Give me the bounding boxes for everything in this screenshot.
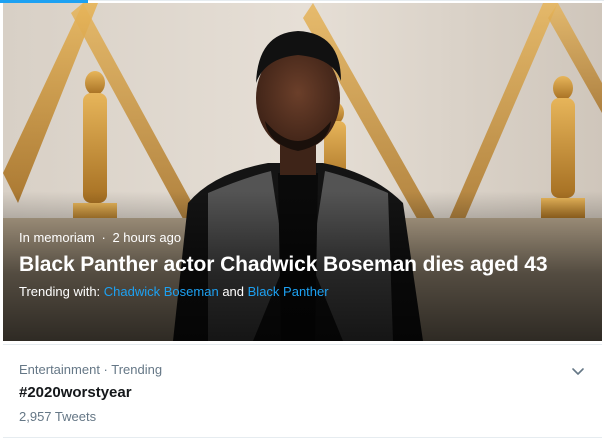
trending-and: and — [222, 284, 245, 299]
chevron-down-icon[interactable] — [568, 361, 588, 381]
hero-category: In memoriam — [19, 230, 95, 245]
hero-headline[interactable]: Black Panther actor Chadwick Boseman die… — [19, 251, 586, 278]
hero-text-block: In memoriam · 2 hours ago Black Panther … — [19, 229, 586, 301]
frame-top-border — [0, 0, 604, 1]
trend-title[interactable]: #2020worstyear — [19, 383, 132, 403]
trending-link-chadwick-boseman[interactable]: Chadwick Boseman — [104, 284, 219, 299]
hero-timestamp: 2 hours ago — [112, 230, 182, 245]
news-hero-card[interactable]: In memoriam · 2 hours ago Black Panther … — [3, 3, 602, 341]
hero-meta: In memoriam · 2 hours ago — [19, 229, 586, 247]
trend-meta: Entertainment · Trending — [19, 362, 163, 377]
trending-link-black-panther[interactable]: Black Panther — [248, 284, 329, 299]
divider — [3, 344, 602, 345]
meta-separator: · — [101, 230, 106, 245]
trend-item[interactable]: Entertainment · Trending #2020worstyear … — [3, 349, 602, 437]
trending-with-label: Trending with: — [19, 284, 101, 299]
trend-tweet-count: 2,957 Tweets — [19, 409, 97, 424]
trending-with-line: Trending with: Chadwick Boseman and Blac… — [19, 283, 586, 301]
divider-bottom — [3, 437, 602, 438]
